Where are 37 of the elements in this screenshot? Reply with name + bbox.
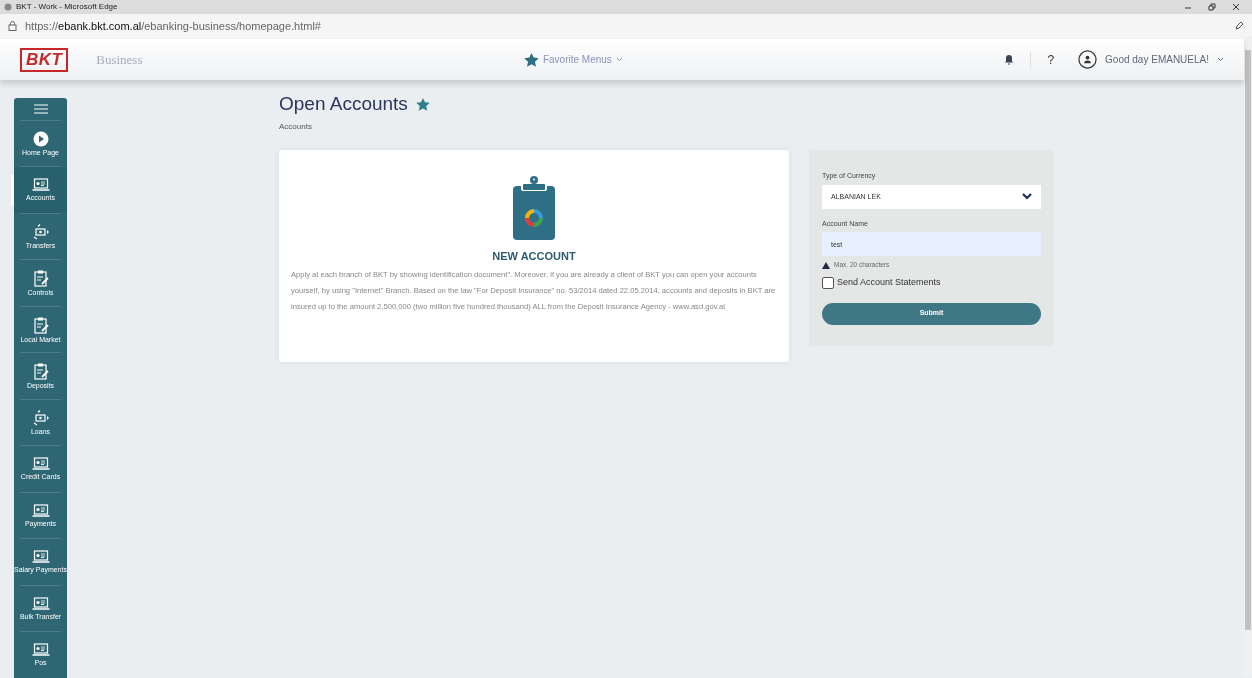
play-circle-icon — [32, 130, 49, 147]
chevron-down-icon — [615, 57, 623, 62]
star-icon — [523, 52, 539, 67]
logo[interactable]: BKT — [20, 47, 69, 72]
laptop-icon — [31, 457, 50, 472]
breadcrumb: Accounts — [279, 121, 313, 134]
clipboard-icon — [32, 269, 49, 288]
user-menu[interactable]: Good day EMANUELA! — [1078, 50, 1224, 69]
pen-icon[interactable] — [1234, 21, 1244, 32]
page-title: Open Accounts — [279, 92, 408, 116]
clipboard-icon — [32, 315, 49, 334]
clipboard-icon — [32, 362, 49, 381]
clipboard-icon — [513, 176, 555, 241]
browser-icon — [4, 2, 12, 11]
laptop-icon — [31, 503, 50, 518]
card-heading: NEW ACCOUNT — [492, 249, 576, 265]
product-name: Business — [96, 50, 143, 69]
laptop-icon — [31, 643, 50, 658]
help-button[interactable]: ? — [1047, 50, 1055, 69]
address-bar[interactable]: https://ebank.bkt.com.al/ebanking-business/homepage.html# — [25, 18, 321, 35]
user-icon — [1078, 50, 1098, 69]
warning-icon — [822, 261, 830, 269]
bell-icon[interactable] — [1004, 54, 1015, 65]
chevron-down-icon — [1217, 57, 1224, 62]
window-title: BKT - Work - Microsoft Edge — [16, 0, 118, 13]
laptop-icon — [31, 596, 50, 611]
scrollbar[interactable] — [1244, 36, 1252, 676]
restore-icon[interactable] — [1208, 2, 1216, 11]
star-icon[interactable] — [415, 97, 430, 111]
laptop-icon — [31, 178, 50, 193]
checkbox-label[interactable]: Send Account Statements — [837, 276, 941, 290]
close-icon[interactable] — [1232, 2, 1240, 11]
laptop-icon — [31, 550, 50, 565]
lock-icon — [8, 21, 17, 32]
checkbox[interactable] — [822, 277, 834, 289]
chevron-down-icon — [1022, 193, 1032, 201]
menu-icon — [33, 104, 48, 114]
